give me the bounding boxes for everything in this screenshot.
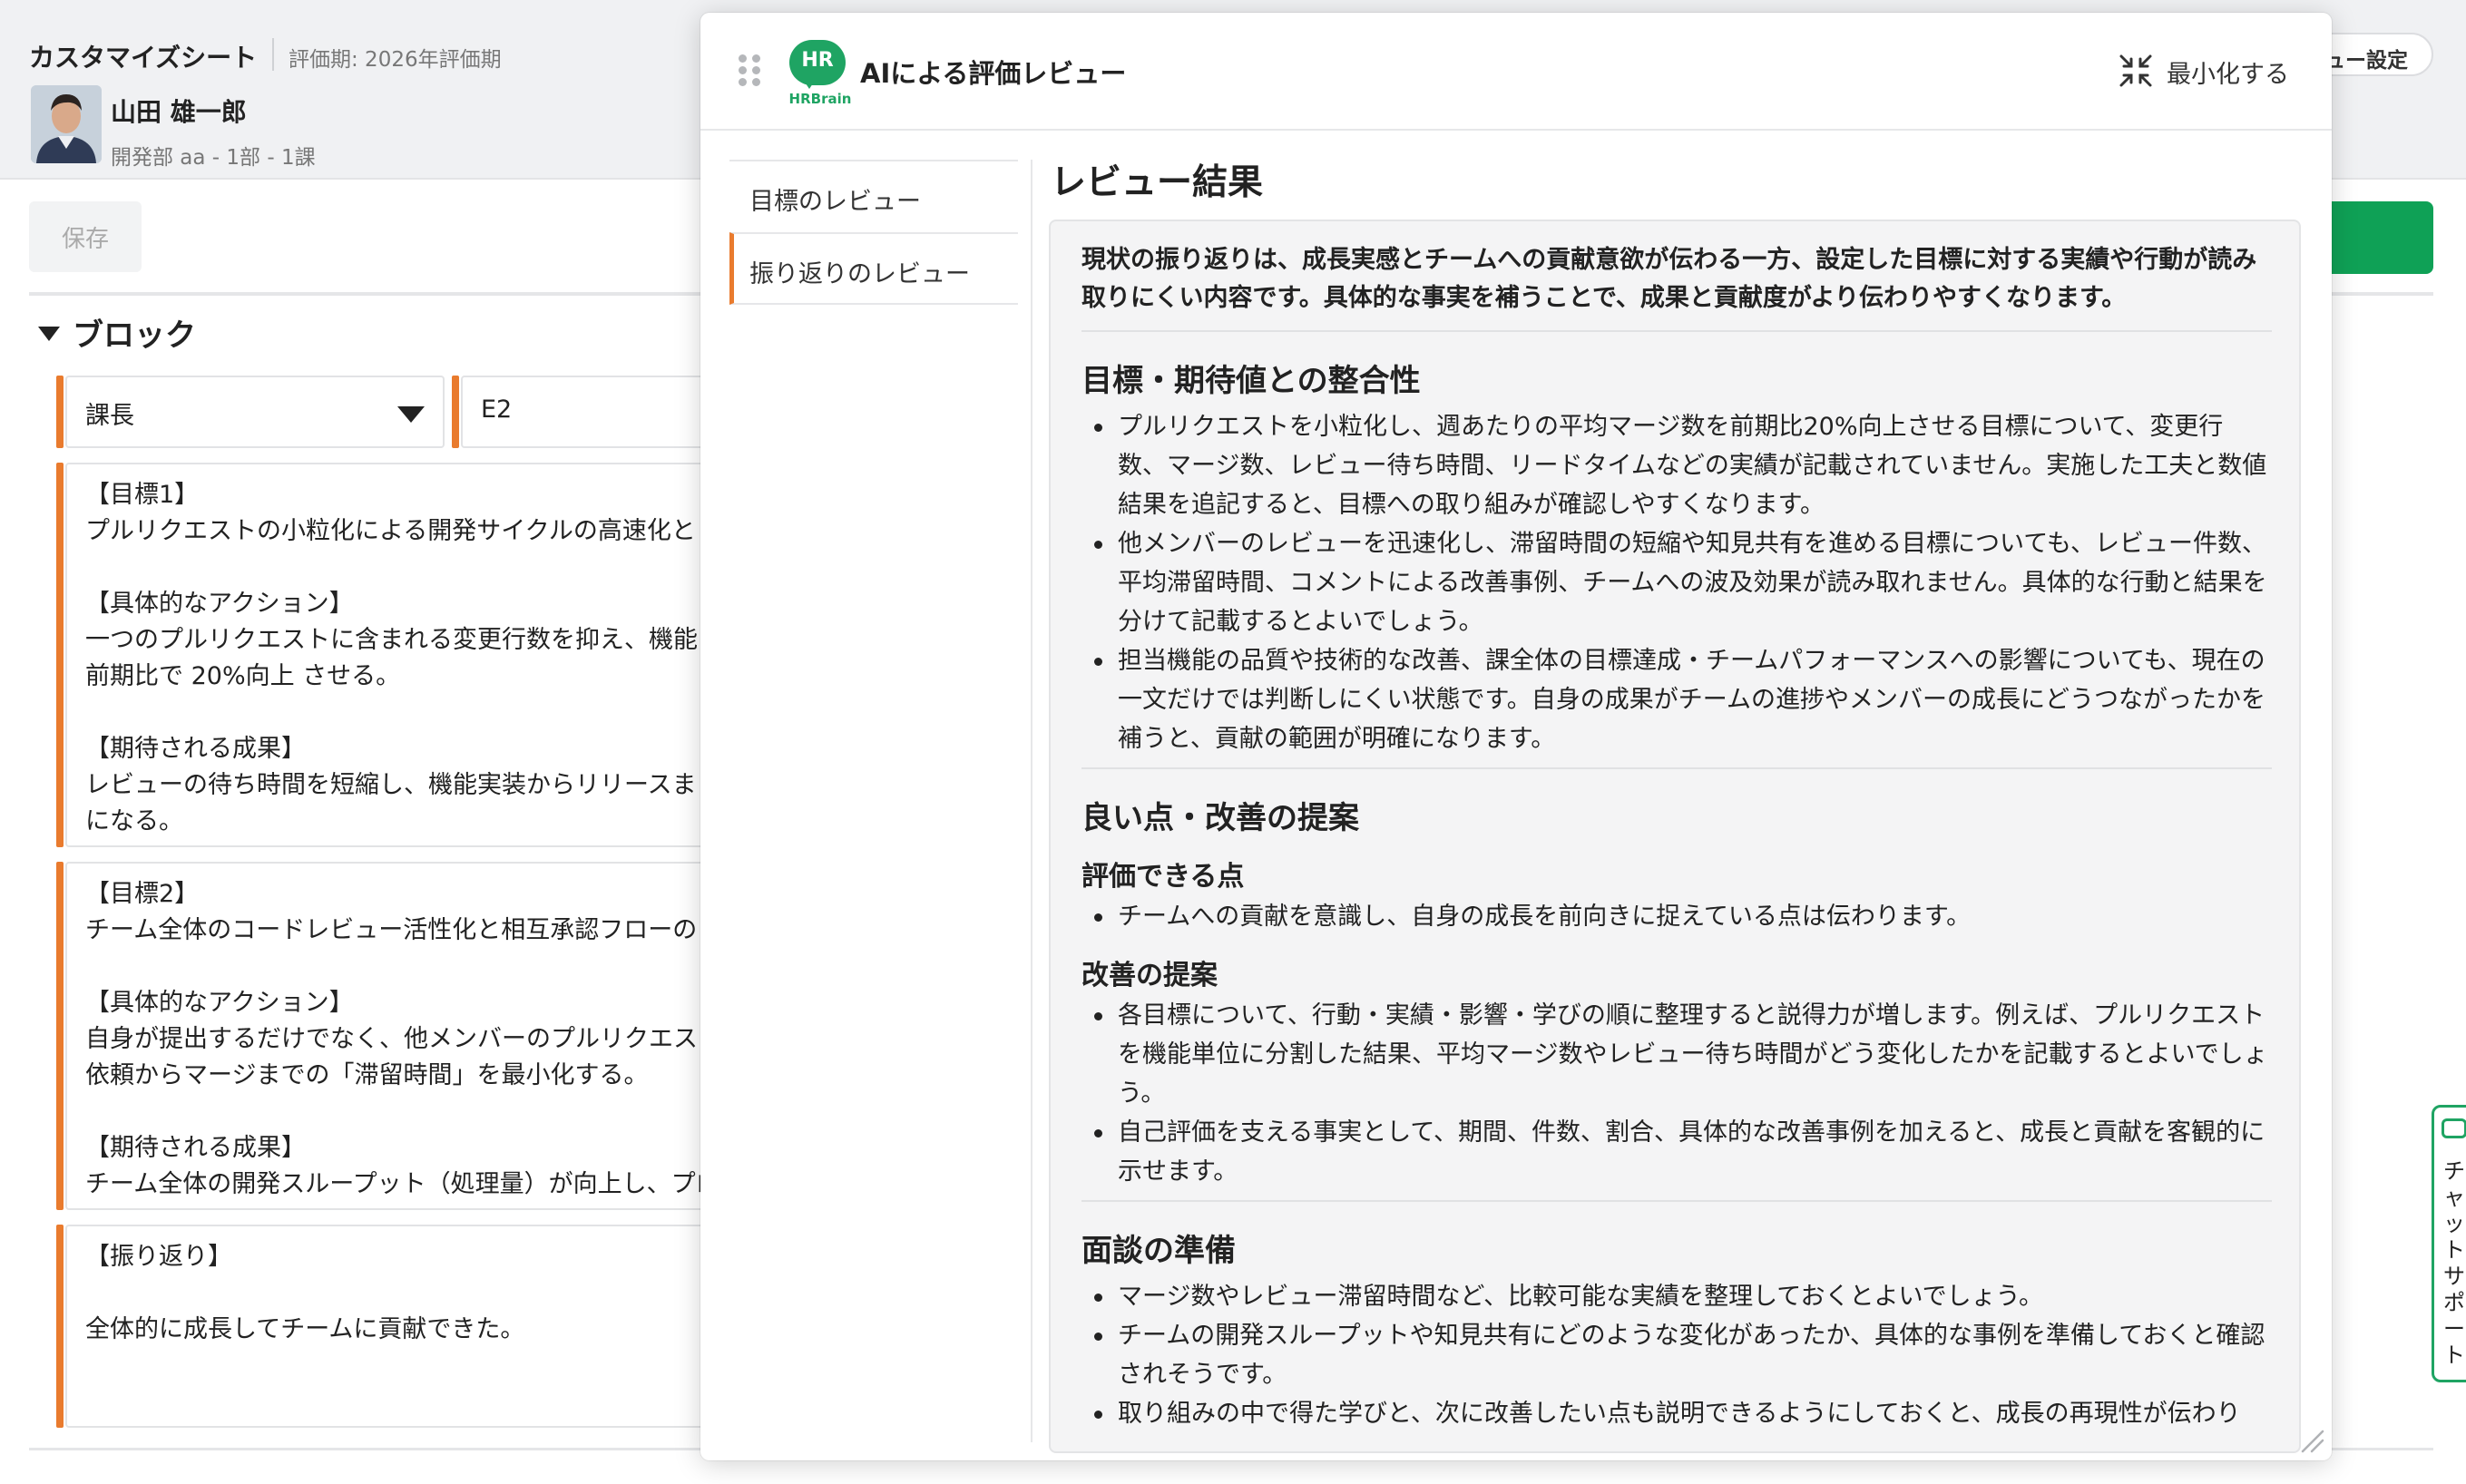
grade-field[interactable]: E2 bbox=[461, 376, 733, 448]
evaluation-period: 評価期: 2026年評価期 bbox=[289, 48, 502, 72]
required-marker bbox=[56, 862, 64, 1210]
bullet-list: 各目標について、行動・実績・影響・学びの順に整理すると説得力が増します。例えば、… bbox=[1081, 996, 2272, 1191]
modal-title: AIによる評価レビュー bbox=[860, 58, 1127, 89]
role-select[interactable]: 課長 bbox=[65, 376, 445, 448]
chat-support-label: チャットサポート bbox=[2443, 1158, 2465, 1368]
nav-item-goal-review[interactable]: 目標のレビュー bbox=[729, 160, 1018, 232]
section-title: 目標・期待値との整合性 bbox=[1081, 363, 1421, 399]
section-interview-prep: 面談の準備 マージ数やレビュー滞留時間など、比較可能な実績を整理しておくとよいで… bbox=[1081, 1225, 2272, 1433]
list-item: 各目標について、行動・実績・影響・学びの順に整理すると説得力が増します。例えば、… bbox=[1081, 996, 2272, 1113]
block-title: ブロック bbox=[73, 317, 196, 354]
user-department: 開発部 aa - 1部 - 1課 bbox=[111, 146, 316, 170]
minimize-icon bbox=[2119, 54, 2152, 87]
review-result-panel: 現状の振り返りは、成長実感とチームへの貢献意欲が伝わる一方、設定した目標に対する… bbox=[1049, 220, 2301, 1453]
reflection-text: 【振り返り】 全体的に成長してチームに貢献できた。 bbox=[85, 1243, 525, 1343]
logo-tail bbox=[802, 78, 817, 89]
required-marker bbox=[452, 376, 459, 448]
user-name: 山田 雄一郎 bbox=[111, 97, 247, 127]
required-marker bbox=[56, 463, 64, 847]
result-title: レビュー結果 bbox=[1051, 162, 1264, 203]
resize-handle-icon[interactable] bbox=[2297, 1426, 2324, 1453]
list-item: チームの開発スループットや知見共有にどのような変化があったか、具体的な事例を準備… bbox=[1081, 1316, 2272, 1394]
list-item: 他メンバーのレビューを迅速化し、滞留時間の短縮や知見共有を進める目標についても、… bbox=[1081, 524, 2272, 641]
avatar bbox=[31, 85, 102, 163]
bullet-list: マージ数やレビュー滞留時間など、比較可能な実績を整理しておくとよいでしょう。 チ… bbox=[1081, 1277, 2272, 1433]
bullet-list: プルリクエストを小粒化し、週あたりの平均マージ数を前期比20%向上させる目標につ… bbox=[1081, 407, 2272, 758]
sheet-title: カスタマイズシート bbox=[29, 43, 258, 73]
nav-item-reflection-review[interactable]: 振り返りのレビュー bbox=[729, 232, 1018, 305]
bullet-list: チームへの貢献を意識し、自身の成長を前向きに捉えている点は伝わります。 bbox=[1081, 897, 2272, 936]
list-item: 自己評価を支える事実として、期間、件数、割合、具体的な改善事例を加えると、成長と… bbox=[1081, 1113, 2272, 1191]
list-item: 担当機能の品質や技術的な改善、課全体の目標達成・チームパフォーマンスへの影響につ… bbox=[1081, 641, 2272, 758]
list-item: チームへの貢献を意識し、自身の成長を前向きに捉えている点は伝わります。 bbox=[1081, 897, 2272, 936]
goal2-text: 【目標2】 チーム全体のコードレビュー活性化と相互承認フローの 【具体的なアクシ… bbox=[85, 880, 720, 1198]
title-separator bbox=[272, 38, 274, 71]
goal1-text: 【目標1】 プルリクエストの小粒化による開発サイクルの高速化と 【具体的なアクシ… bbox=[85, 481, 698, 835]
logo-hr-text: HR bbox=[801, 49, 834, 72]
hrbrain-logo: HR HRBrain bbox=[788, 40, 853, 107]
minimize-label: 最小化する bbox=[2167, 61, 2289, 89]
page: カスタマイズシート 評価期: 2026年評価期 山田 雄一郎 開発部 aa - … bbox=[0, 0, 2466, 1484]
list-item: プルリクエストを小粒化し、週あたりの平均マージ数を前期比20%向上させる目標につ… bbox=[1081, 407, 2272, 524]
subsection-title: 改善の提案 bbox=[1081, 960, 1218, 991]
review-side-nav: 目標のレビュー 振り返りのレビュー bbox=[729, 160, 1018, 305]
section-title: 面談の準備 bbox=[1081, 1233, 1236, 1269]
list-item: マージ数やレビュー滞留時間など、比較可能な実績を整理しておくとよいでしょう。 bbox=[1081, 1277, 2272, 1316]
ai-review-modal: HR HRBrain AIによる評価レビュー 最小化する 目標のレビュー 振り返… bbox=[700, 13, 2332, 1460]
section-alignment: 目標・期待値との整合性 プルリクエストを小粒化し、週あたりの平均マージ数を前期比… bbox=[1081, 356, 2272, 769]
avatar-image bbox=[31, 85, 102, 163]
nav-divider bbox=[1031, 160, 1032, 1442]
save-button[interactable]: 保存 bbox=[29, 201, 142, 272]
logo-wordmark: HRBrain bbox=[788, 91, 852, 107]
review-summary: 現状の振り返りは、成長実感とチームへの貢献意欲が伝わる一方、設定した目標に対する… bbox=[1081, 241, 2272, 332]
modal-header: HR HRBrain AIによる評価レビュー 最小化する bbox=[700, 13, 2332, 131]
chevron-down-icon bbox=[397, 406, 425, 423]
chat-support-button[interactable]: チャットサポート bbox=[2432, 1105, 2466, 1382]
review-result-content: 現状の振り返りは、成長実感とチームへの貢献意欲が伝わる一方、設定した目標に対する… bbox=[1051, 221, 2299, 1433]
section-suggestions: 良い点・改善の提案 評価できる点 チームへの貢献を意識し、自身の成長を前向きに捉… bbox=[1081, 793, 2272, 1202]
grade-value: E2 bbox=[481, 395, 513, 424]
section-title: 良い点・改善の提案 bbox=[1081, 800, 1359, 836]
chat-icon bbox=[2442, 1118, 2466, 1138]
subsection-title: 評価できる点 bbox=[1081, 861, 1245, 893]
drag-handle-icon[interactable] bbox=[739, 54, 762, 87]
required-marker bbox=[56, 1225, 64, 1428]
role-select-value: 課長 bbox=[85, 402, 134, 430]
required-marker bbox=[56, 376, 64, 448]
caret-down-icon bbox=[38, 326, 60, 341]
list-item: 取り組みの中で得た学びと、次に改善したい点も説明できるようにしておくと、成長の再… bbox=[1081, 1394, 2272, 1433]
block-toggle[interactable]: ブロック bbox=[38, 310, 196, 355]
